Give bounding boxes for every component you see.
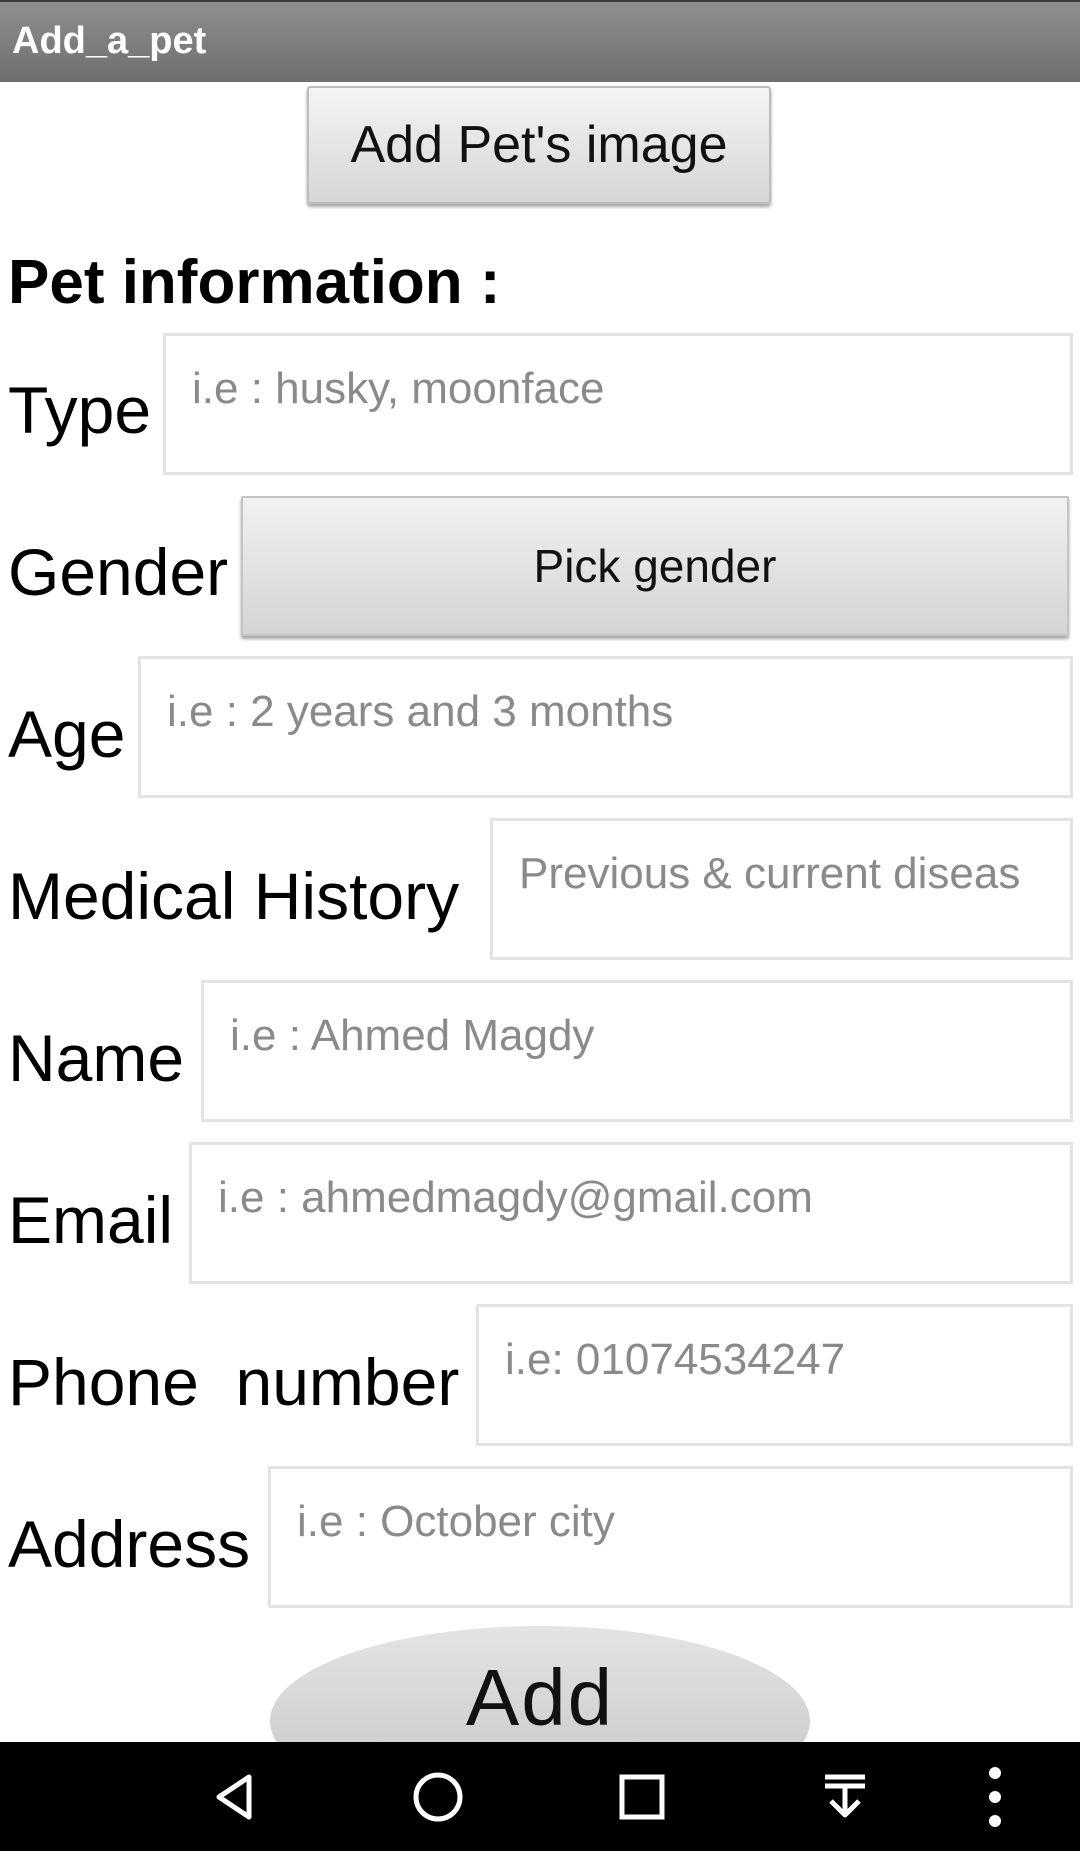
- medical-history-input[interactable]: Previous & current diseas: [490, 818, 1073, 960]
- age-placeholder: i.e : 2 years and 3 months: [167, 687, 674, 736]
- email-input[interactable]: i.e : ahmedmagdy@gmail.com: [189, 1142, 1073, 1284]
- medical-history-label: Medical History: [8, 859, 460, 933]
- phone-number-label: Phone number: [8, 1345, 460, 1419]
- system-navigation-bar: [0, 1742, 1080, 1851]
- form-scroll-area[interactable]: Add Pet's image Pet information : Type i…: [0, 82, 1080, 1742]
- title-bar: Add_a_pet: [0, 0, 1080, 82]
- download-icon[interactable]: [785, 1742, 905, 1851]
- medical-history-placeholder: Previous & current diseas: [519, 849, 1021, 898]
- address-label: Address: [8, 1507, 251, 1581]
- name-label: Name: [8, 1021, 185, 1095]
- email-label: Email: [8, 1183, 174, 1257]
- name-placeholder: i.e : Ahmed Magdy: [230, 1011, 595, 1060]
- back-icon[interactable]: [175, 1742, 295, 1851]
- type-label: Type: [8, 373, 152, 447]
- pick-gender-button[interactable]: Pick gender: [241, 496, 1069, 636]
- gender-label: Gender: [8, 535, 229, 609]
- add-pet-button[interactable]: Add: [270, 1626, 810, 1742]
- add-button-label: Add: [465, 1653, 615, 1742]
- section-title: Pet information :: [8, 248, 501, 317]
- add-pet-image-button[interactable]: Add Pet's image: [307, 86, 771, 204]
- age-input[interactable]: i.e : 2 years and 3 months: [138, 656, 1073, 798]
- phone-number-input[interactable]: i.e: 01074534247: [476, 1304, 1073, 1446]
- phone-number-placeholder: i.e: 01074534247: [505, 1335, 846, 1384]
- email-placeholder: i.e : ahmedmagdy@gmail.com: [218, 1173, 813, 1222]
- age-label: Age: [8, 697, 126, 771]
- type-placeholder: i.e : husky, moonface: [192, 364, 605, 413]
- address-input[interactable]: i.e : October city: [268, 1466, 1073, 1608]
- recents-icon[interactable]: [582, 1742, 702, 1851]
- address-placeholder: i.e : October city: [297, 1497, 615, 1546]
- app-title: Add_a_pet: [12, 20, 207, 62]
- type-input[interactable]: i.e : husky, moonface: [163, 333, 1073, 475]
- home-icon[interactable]: [378, 1742, 498, 1851]
- overflow-menu-icon[interactable]: [935, 1742, 1055, 1851]
- name-input[interactable]: i.e : Ahmed Magdy: [201, 980, 1073, 1122]
